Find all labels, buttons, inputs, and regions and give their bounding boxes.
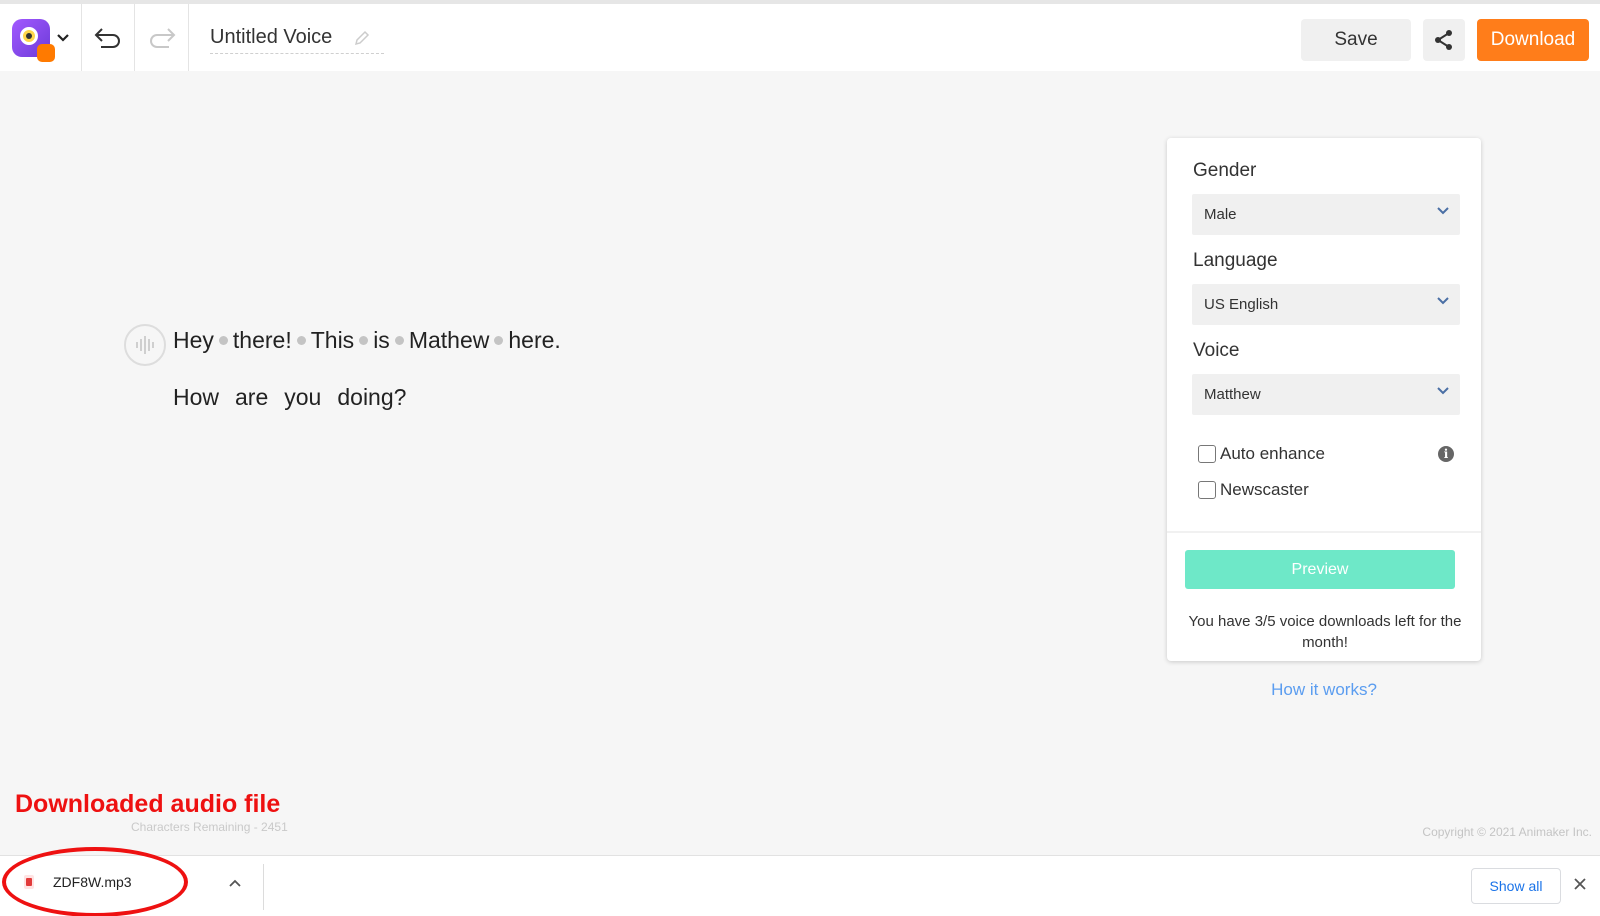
- auto-enhance-row[interactable]: Auto enhance: [1198, 444, 1325, 464]
- pause-dot[interactable]: [359, 336, 369, 345]
- language-select[interactable]: US English: [1192, 284, 1460, 325]
- annotation-circle: [2, 847, 188, 916]
- how-it-works-link[interactable]: How it works?: [1218, 680, 1430, 700]
- newscaster-label: Newscaster: [1220, 480, 1309, 499]
- share-button[interactable]: [1423, 19, 1465, 61]
- word: How: [173, 384, 220, 410]
- gender-value: Male: [1204, 206, 1237, 223]
- chevron-up-icon[interactable]: [228, 878, 242, 888]
- voice-label: Voice: [1193, 340, 1240, 361]
- preview-button[interactable]: Preview: [1185, 550, 1455, 589]
- top-bar: Untitled Voice Save Download: [0, 0, 1600, 71]
- voice-wave-icon: [136, 336, 154, 354]
- close-icon[interactable]: [1572, 876, 1588, 892]
- auto-enhance-checkbox[interactable]: [1198, 445, 1216, 463]
- copyright-text: Copyright © 2021 Animaker Inc.: [1422, 825, 1592, 839]
- newscaster-row[interactable]: Newscaster: [1198, 480, 1309, 500]
- pause-dot[interactable]: [218, 336, 228, 345]
- word: This: [310, 327, 355, 353]
- app-logo-icon: [11, 18, 55, 62]
- show-all-button[interactable]: Show all: [1471, 868, 1561, 904]
- word: there!: [232, 327, 292, 353]
- chevron-down-icon: [1437, 297, 1449, 305]
- voice-value: Matthew: [1204, 386, 1261, 403]
- pause-dot[interactable]: [494, 336, 504, 345]
- redo-icon: [149, 27, 175, 48]
- project-title-field[interactable]: Untitled Voice: [210, 22, 384, 54]
- chevron-down-icon: [1437, 207, 1449, 215]
- pause-dot[interactable]: [296, 336, 306, 345]
- language-value: US English: [1204, 296, 1279, 313]
- word: is: [373, 327, 390, 353]
- shelf-divider: [263, 864, 264, 910]
- voice-play-button[interactable]: [124, 324, 166, 366]
- project-title: Untitled Voice: [210, 26, 333, 48]
- auto-enhance-label: Auto enhance: [1220, 444, 1325, 463]
- script-line-1[interactable]: Hey there! This is Mathew here.: [173, 327, 561, 354]
- newscaster-checkbox[interactable]: [1198, 481, 1216, 499]
- word: are: [235, 384, 269, 410]
- app-menu-button[interactable]: [0, 4, 82, 71]
- redo-button[interactable]: [135, 4, 189, 71]
- download-shelf: ZDF8W.mp3 Show all: [0, 855, 1600, 916]
- annotation-label: Downloaded audio file: [15, 790, 281, 818]
- panel-divider: [1167, 531, 1481, 533]
- chevron-down-icon: [56, 33, 69, 42]
- chevron-down-icon: [1437, 387, 1449, 395]
- word: Mathew: [408, 327, 490, 353]
- gender-select[interactable]: Male: [1192, 194, 1460, 235]
- info-icon[interactable]: i: [1438, 446, 1454, 462]
- script-line-2[interactable]: How are you doing?: [173, 384, 406, 411]
- word: Hey: [173, 327, 214, 353]
- undo-button[interactable]: [82, 4, 135, 71]
- voice-select[interactable]: Matthew: [1192, 374, 1460, 415]
- characters-remaining: Characters Remaining - 2451: [131, 820, 288, 834]
- share-icon: [1435, 30, 1452, 50]
- word: doing?: [337, 384, 407, 410]
- pause-dot[interactable]: [394, 336, 404, 345]
- pencil-icon[interactable]: [354, 30, 370, 46]
- gender-label: Gender: [1193, 160, 1257, 181]
- download-button[interactable]: Download: [1477, 19, 1589, 61]
- save-button[interactable]: Save: [1301, 19, 1411, 61]
- undo-icon: [94, 27, 120, 48]
- voice-settings-panel: Gender Male Language US English Voice Ma…: [1167, 138, 1481, 661]
- word: you: [284, 384, 322, 410]
- language-label: Language: [1193, 250, 1278, 271]
- download-quota-text: You have 3/5 voice downloads left for th…: [1188, 613, 1462, 651]
- word: here.: [508, 327, 561, 353]
